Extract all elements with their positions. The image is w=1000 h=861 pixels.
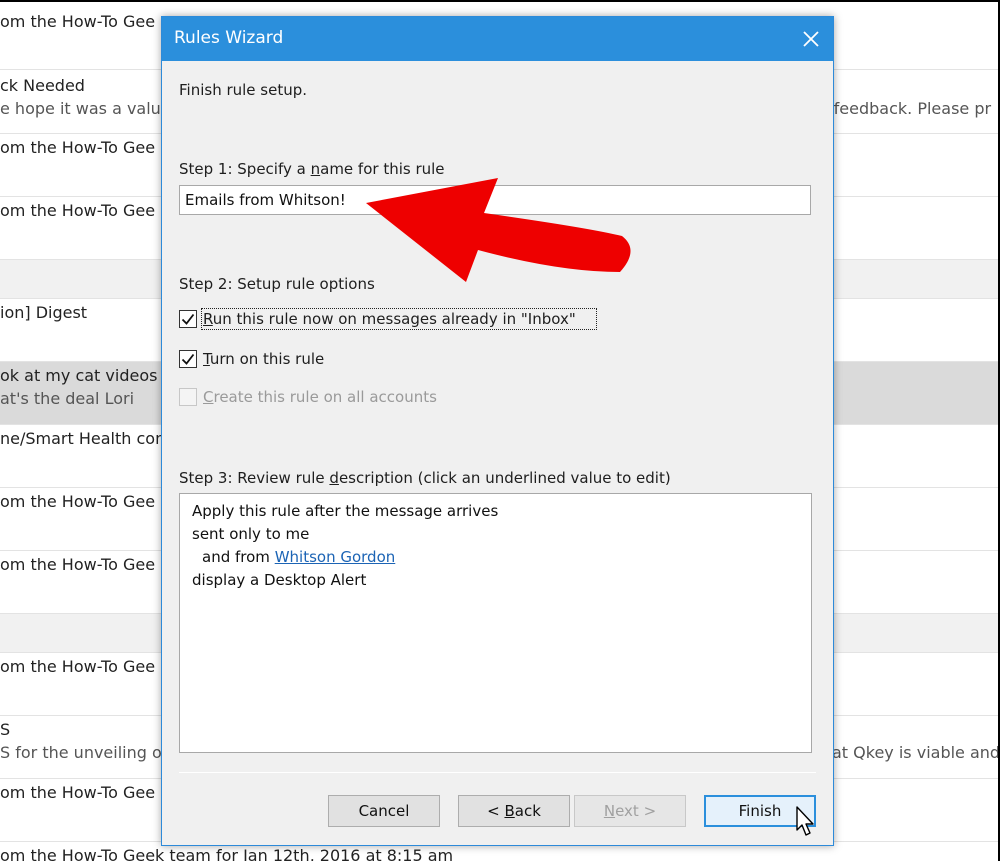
mail-sender: ok at my cat videos bbox=[0, 366, 158, 385]
step3-label: Step 3: Review rule description (click a… bbox=[179, 469, 671, 487]
step2-label: Step 2: Setup rule options bbox=[179, 275, 375, 293]
step1-label-access-key: n bbox=[310, 160, 321, 178]
dialog-title: Rules Wizard bbox=[174, 28, 284, 48]
dialog-titlebar[interactable]: Rules Wizard bbox=[162, 17, 833, 61]
rule-name-input[interactable] bbox=[179, 185, 811, 215]
step3-label-text: escription (click an underlined value to… bbox=[338, 469, 671, 487]
run-now-label[interactable]: Run this rule now on messages already in… bbox=[203, 310, 576, 328]
turn-on-checkbox[interactable] bbox=[179, 350, 197, 368]
step1-label-text: ame for this rule bbox=[320, 160, 445, 178]
mail-sender: om the How-To Gee bbox=[0, 492, 156, 511]
turn-on-label-text: urn on this rule bbox=[209, 350, 325, 368]
turn-on-label[interactable]: Turn on this rule bbox=[203, 350, 324, 368]
mail-preview: S for the unveiling o bbox=[0, 743, 162, 762]
run-now-checkbox[interactable] bbox=[179, 310, 197, 328]
all-accounts-label: Create this rule on all accounts bbox=[203, 388, 437, 406]
dialog-heading: Finish rule setup. bbox=[179, 81, 308, 99]
close-icon bbox=[803, 31, 819, 47]
description-line: Apply this rule after the message arrive… bbox=[192, 502, 499, 520]
rules-wizard-dialog: Rules Wizard Finish rule setup. Step 1: … bbox=[161, 16, 834, 846]
mail-preview: at's the deal Lori bbox=[0, 389, 135, 408]
mail-sender: om the How-To Gee bbox=[0, 201, 156, 220]
step3-label-access-key: d bbox=[329, 469, 339, 487]
rule-description-box[interactable]: Apply this rule after the message arrive… bbox=[179, 493, 812, 753]
description-line: display a Desktop Alert bbox=[192, 571, 367, 589]
run-now-access-key: R bbox=[203, 310, 213, 328]
step1-label-text: Step 1: Specify a bbox=[179, 160, 311, 178]
all-accounts-checkbox bbox=[179, 388, 197, 406]
description-line: sent only to me bbox=[192, 525, 310, 543]
mail-sender: om the How-To Gee bbox=[0, 138, 156, 157]
all-accounts-access-key: C bbox=[203, 388, 214, 406]
separator bbox=[179, 772, 816, 773]
description-text: and from bbox=[202, 548, 270, 566]
mail-sender: om the How-To Geek team for Jan 12th, 20… bbox=[0, 846, 454, 861]
mail-sender: om the How-To Gee bbox=[0, 783, 156, 802]
mail-sender: ion] Digest bbox=[0, 303, 88, 322]
back-button[interactable]: < Back bbox=[458, 795, 570, 827]
mail-preview: e hope it was a valua bbox=[0, 99, 171, 118]
mouse-cursor-icon bbox=[796, 806, 814, 836]
mail-sender: S bbox=[0, 720, 11, 739]
description-line: and from Whitson Gordon bbox=[202, 548, 395, 566]
back-button-text: ack bbox=[514, 802, 541, 820]
cancel-button[interactable]: Cancel bbox=[328, 795, 440, 827]
step1-label: Step 1: Specify a name for this rule bbox=[179, 160, 445, 178]
step3-label-text: Step 3: Review rule bbox=[179, 469, 330, 487]
back-access-key: B bbox=[504, 802, 515, 820]
next-access-key: N bbox=[603, 802, 616, 820]
back-button-text: < bbox=[487, 802, 505, 820]
mail-sender: om the How-To Gee bbox=[0, 657, 156, 676]
checkmark-icon bbox=[181, 353, 195, 365]
checkmark-icon bbox=[181, 313, 195, 325]
turn-on-access-key: T bbox=[203, 350, 210, 368]
mail-sender: om the How-To Gee bbox=[0, 555, 156, 574]
whitson-gordon-link[interactable]: Whitson Gordon bbox=[275, 548, 396, 566]
window-border bbox=[0, 0, 1000, 2]
run-now-label-text: un this rule now on messages already in … bbox=[212, 310, 576, 328]
mail-sender: ne/Smart Health com bbox=[0, 429, 171, 448]
mail-preview-right: r feedback. Please pr bbox=[822, 99, 992, 118]
next-button-text: ext > bbox=[615, 802, 657, 820]
next-button: Next > bbox=[574, 795, 686, 827]
close-button[interactable] bbox=[789, 17, 833, 61]
mail-sender: om the How-To Gee bbox=[0, 12, 156, 31]
all-accounts-label-text: reate this rule on all accounts bbox=[213, 388, 437, 406]
mail-sender: ck Needed bbox=[0, 76, 85, 95]
mail-preview-right: at Qkey is viable and bbox=[832, 743, 1000, 762]
